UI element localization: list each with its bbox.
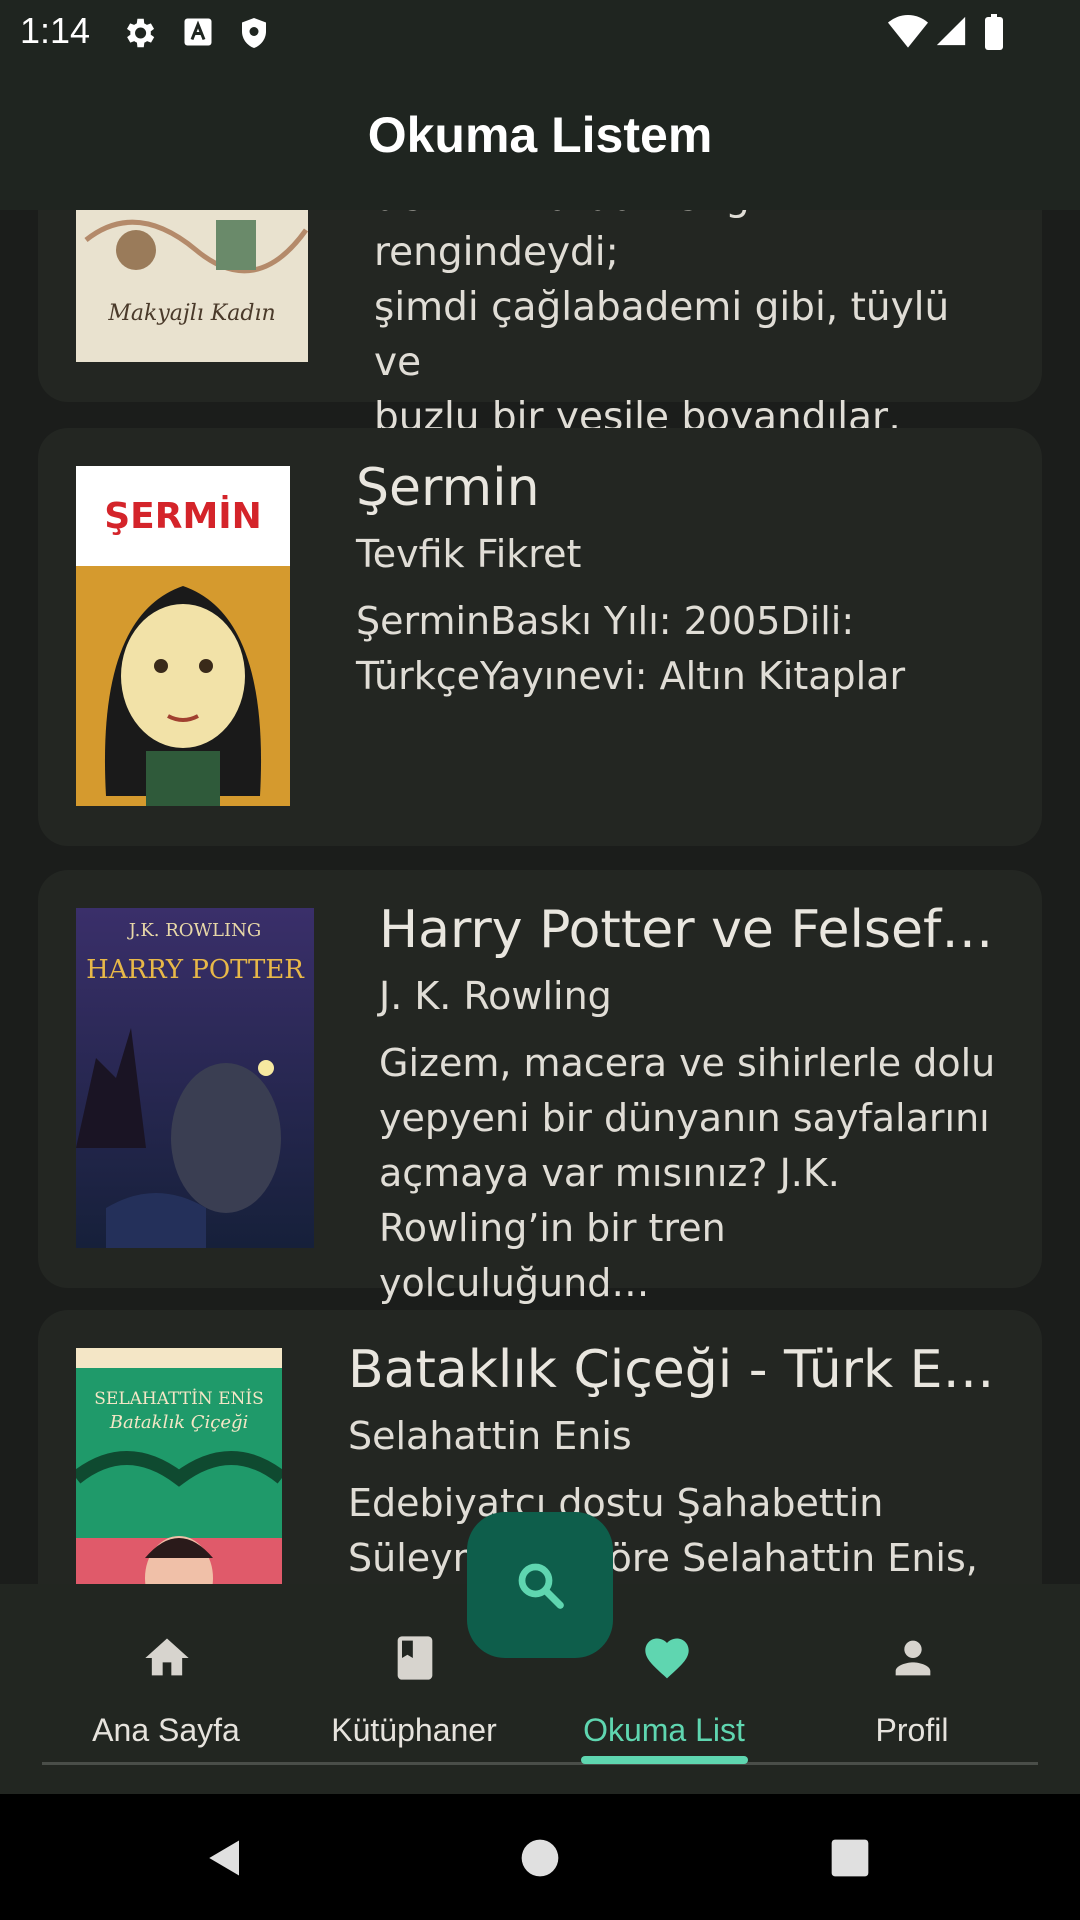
book-title: Bataklık Çiçeği - Türk Ed… [348,1340,1003,1400]
book-info: Harry Potter ve Felsefe … J. K. Rowling … [379,900,1004,1311]
nav-item-profile[interactable]: Profil [802,1584,1022,1784]
book-cover-image: Makyajlı Kadın [76,210,308,362]
nav-item-home[interactable]: Ana Sayfa [56,1584,276,1784]
svg-text:J.K. ROWLING: J.K. ROWLING [127,920,261,941]
nav-label: Profil [875,1712,949,1748]
status-time: 1:14 [20,10,91,51]
nav-label: Ana Sayfa [92,1712,240,1748]
book-card[interactable]: ŞERMİN Şermin Tevfik Fikret ŞerminBaskı … [38,428,1042,846]
battery-icon [985,14,1003,50]
book-title: Şermin [356,458,540,518]
person-icon [895,1640,931,1676]
book-cover-image: SELAHATTİN ENİS Bataklık Çiçeği [76,1348,282,1584]
book-card[interactable]: Makyajlı Kadın demin mürdümeriği rengind… [38,210,1042,495]
svg-text:Bataklık Çiçeği: Bataklık Çiçeği [109,1412,249,1433]
heart-icon [645,1638,689,1679]
book-icon [397,1636,433,1680]
book-info: Şermin Tevfik Fikret ŞerminBaskı Yılı: 2… [356,458,1006,704]
book-cover-title: ŞERMİN [104,495,262,537]
reading-list[interactable]: Makyajlı Kadın demin mürdümeriği rengind… [0,210,1080,1584]
settings-icon [126,18,155,48]
system-navigation-bar [0,1794,1080,1920]
wifi-icon [888,15,928,48]
book-cover-image: ŞERMİN [76,466,290,806]
keyboard-a-icon [184,18,212,46]
recents-icon[interactable] [830,1838,870,1878]
back-icon[interactable] [204,1836,246,1880]
book-author: J. K. Rowling [379,974,612,1018]
book-description: ŞerminBaskı Yılı: 2005Dili: TürkçeYayıne… [356,599,906,698]
shield-icon [242,18,266,48]
book-cover-title: SELAHATTİN ENİS [94,1388,263,1409]
book-description: Edebiyatçı dostu Şahabettin Süleyman’a g… [348,1481,978,1580]
book-cover-image: J.K. ROWLING HARRY POTTER [76,908,314,1248]
book-description: Gizem, macera ve sihirlerle dolu yepyeni… [379,1041,996,1305]
book-author: Tevfik Fikret [356,532,582,576]
nav-divider [42,1762,1038,1765]
book-card[interactable]: J.K. ROWLING HARRY POTTER Harry Potter v… [38,870,1042,1305]
book-cover-title: HARRY POTTER [86,955,305,985]
page-title: Okuma Listem [367,107,713,163]
signal-icon [936,16,966,46]
nav-label: Kütüphaner [331,1712,497,1748]
book-title: Harry Potter ve Felsefe … [379,900,1004,960]
home-icon [145,1638,189,1676]
book-cover-title: Makyajlı Kadın [107,301,275,326]
book-info: Bataklık Çiçeği - Türk Ed… Selahattin En… [348,1340,1003,1584]
status-bar: 1:14 [0,0,1080,62]
book-author: Selahattin Enis [348,1414,632,1458]
search-button[interactable] [467,1512,613,1658]
active-tab-indicator [581,1756,748,1764]
home-circle-icon[interactable] [520,1838,560,1878]
search-icon [518,1563,564,1609]
nav-label: Okuma List [583,1712,745,1748]
app-bar: Okuma Listem [0,62,1080,210]
